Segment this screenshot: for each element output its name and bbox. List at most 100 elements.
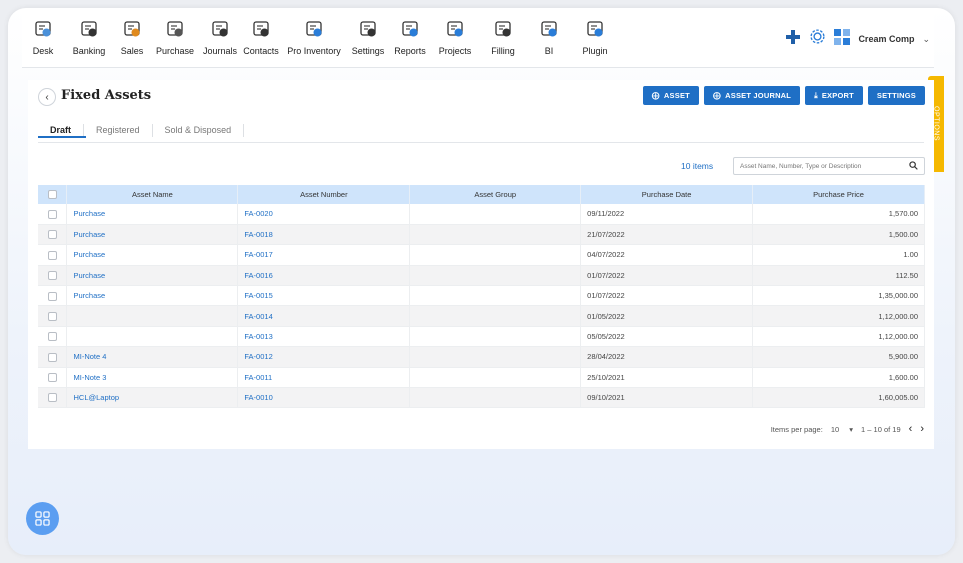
row-checkbox[interactable] <box>47 352 57 362</box>
asset-name-cell: Purchase <box>66 224 239 245</box>
gear-icon[interactable] <box>809 28 826 50</box>
nav-item-banking[interactable]: Banking <box>64 14 114 68</box>
asset-number-link[interactable]: FA-0017 <box>244 250 272 259</box>
prev-page-button[interactable]: ‹ <box>909 423 913 435</box>
asset-name-cell: HCL@Laptop <box>66 387 239 408</box>
chevron-down-icon[interactable]: ⌄ <box>922 34 930 45</box>
asset-number-link[interactable]: FA-0018 <box>244 230 272 239</box>
apps-grid-button[interactable] <box>26 502 59 535</box>
row-select-cell <box>38 387 68 408</box>
asset-name-link[interactable]: MI-Note 4 <box>73 352 106 361</box>
purchase-price-cell: 1,35,000.00 <box>752 285 925 306</box>
row-checkbox[interactable] <box>47 291 57 301</box>
reports-icon <box>399 18 421 40</box>
asset-number-link[interactable]: FA-0014 <box>244 312 272 321</box>
purchase-price-cell: 1,60,005.00 <box>752 387 925 408</box>
asset-number-link[interactable]: FA-0013 <box>244 332 272 341</box>
row-checkbox[interactable] <box>47 393 57 403</box>
asset-number-cell: FA-0012 <box>237 346 411 368</box>
asset-number-link[interactable]: FA-0020 <box>244 209 272 218</box>
asset-number-link[interactable]: FA-0015 <box>244 291 272 300</box>
table-row[interactable]: HCL@Laptop FA-0010 09/10/2021 1,60,005.00 <box>38 387 925 408</box>
purchase-price-cell: 1,12,000.00 <box>752 326 925 347</box>
table-row[interactable]: MI-Note 3 FA-0011 25/10/2021 1,600.00 <box>38 367 925 388</box>
assets-table: Asset Name Asset Number Asset Group Purc… <box>38 185 925 408</box>
nav-item-reports[interactable]: Reports <box>390 14 430 68</box>
nav-item-plugin[interactable]: Plugin <box>572 14 618 68</box>
nav-item-bi[interactable]: BI <box>526 14 572 68</box>
asset-group-cell <box>409 305 582 327</box>
table-row[interactable]: FA-0013 05/05/2022 1,12,000.00 <box>38 326 925 347</box>
asset-name-link[interactable]: MI-Note 3 <box>73 373 106 382</box>
page-range: 1 – 10 of 19 <box>861 424 901 434</box>
asset-name-cell: MI-Note 3 <box>66 367 239 388</box>
table-row[interactable]: Purchase FA-0017 04/07/2022 1.00 <box>38 244 925 266</box>
row-checkbox[interactable] <box>47 230 57 240</box>
settings-button[interactable]: SETTINGS <box>867 86 925 105</box>
nav-label: BI <box>544 46 554 56</box>
row-checkbox[interactable] <box>47 250 57 260</box>
purchase-price-cell: 1,600.00 <box>752 367 925 388</box>
nav-item-desk[interactable]: Desk <box>22 14 64 68</box>
next-page-button[interactable]: › <box>920 423 924 435</box>
row-checkbox[interactable] <box>47 332 57 342</box>
asset-number-link[interactable]: FA-0011 <box>244 373 272 382</box>
add-icon[interactable] <box>785 29 801 50</box>
nav-label: Filling <box>491 46 515 56</box>
row-checkbox[interactable] <box>47 271 57 281</box>
nav-item-journals[interactable]: Journals <box>200 14 240 68</box>
asset-number-link[interactable]: FA-0016 <box>244 271 272 280</box>
table-row[interactable]: MI-Note 4 FA-0012 28/04/2022 5,900.00 <box>38 346 925 368</box>
asset-group-cell <box>409 346 582 368</box>
col-asset-group[interactable]: Asset Group <box>409 185 582 204</box>
row-checkbox[interactable] <box>47 209 57 219</box>
items-per-page-select[interactable]: 10 ▾ <box>831 425 853 434</box>
asset-group-cell <box>409 326 582 347</box>
top-nav: Desk Banking Sales Purchase Journals Contacts… <box>22 14 934 68</box>
asset-number-link[interactable]: FA-0012 <box>244 352 272 361</box>
asset-journal-button[interactable]: ⨁ ASSET JOURNAL <box>703 86 801 105</box>
asset-number-cell: FA-0017 <box>237 244 411 266</box>
table-row[interactable]: Purchase FA-0015 01/07/2022 1,35,000.00 <box>38 285 925 306</box>
table-row[interactable]: Purchase FA-0018 21/07/2022 1,500.00 <box>38 224 925 245</box>
asset-name-link[interactable]: Purchase <box>73 250 105 259</box>
search-input[interactable] <box>740 162 900 170</box>
col-purchase-price[interactable]: Purchase Price <box>752 185 925 204</box>
table-row[interactable]: Purchase FA-0020 09/11/2022 1,570.00 <box>38 204 925 225</box>
nav-item-pro-inventory[interactable]: Pro Inventory <box>282 14 346 68</box>
col-purchase-date[interactable]: Purchase Date <box>580 185 754 204</box>
nav-item-filling[interactable]: Filling <box>480 14 526 68</box>
nav-items: Desk Banking Sales Purchase Journals Contacts… <box>22 14 618 68</box>
purchase-price-cell: 1,500.00 <box>752 224 925 245</box>
asset-name-link[interactable]: HCL@Laptop <box>73 393 119 402</box>
asset-name-cell <box>66 305 239 327</box>
row-checkbox[interactable] <box>47 373 57 383</box>
table-row[interactable]: FA-0014 01/05/2022 1,12,000.00 <box>38 305 925 327</box>
col-asset-name[interactable]: Asset Name <box>66 185 239 204</box>
asset-name-link[interactable]: Purchase <box>73 291 105 300</box>
row-select-cell <box>38 285 68 306</box>
company-name[interactable]: Cream Comp <box>858 34 914 44</box>
add-asset-label: ASSET <box>663 91 690 100</box>
asset-name-link[interactable]: Purchase <box>73 271 105 280</box>
asset-number-link[interactable]: FA-0010 <box>244 393 272 402</box>
nav-item-settings[interactable]: Settings <box>346 14 390 68</box>
nav-item-purchase[interactable]: Purchase <box>150 14 200 68</box>
add-asset-button[interactable]: ⨁ ASSET <box>642 86 699 105</box>
select-all-checkbox[interactable] <box>47 190 57 200</box>
purchase-price-cell: 1,12,000.00 <box>752 305 925 327</box>
row-checkbox[interactable] <box>47 311 57 321</box>
export-button[interactable]: ⤓ EXPORT <box>805 86 863 105</box>
asset-name-link[interactable]: Purchase <box>73 230 105 239</box>
back-button[interactable]: ‹ <box>38 88 56 106</box>
search-icon[interactable] <box>909 157 918 175</box>
nav-label: Journals <box>202 46 238 56</box>
asset-name-link[interactable]: Purchase <box>73 209 105 218</box>
nav-item-projects[interactable]: Projects <box>430 14 480 68</box>
table-row[interactable]: Purchase FA-0016 01/07/2022 112.50 <box>38 265 925 286</box>
col-asset-number[interactable]: Asset Number <box>237 185 411 204</box>
nav-item-sales[interactable]: Sales <box>114 14 150 68</box>
tab-sold-disposed[interactable]: Sold & Disposed <box>153 123 245 137</box>
tab-registered[interactable]: Registered <box>84 123 153 137</box>
nav-item-contacts[interactable]: Contacts <box>240 14 282 68</box>
